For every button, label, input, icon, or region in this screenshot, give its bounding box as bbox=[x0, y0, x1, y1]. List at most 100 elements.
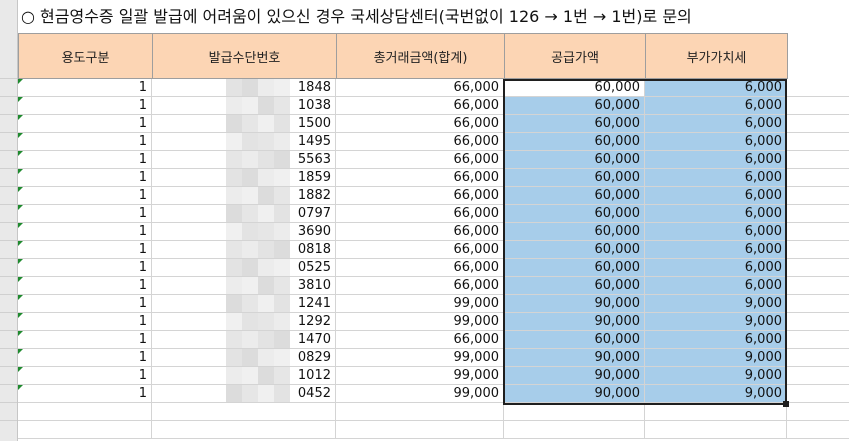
cell-vat[interactable]: 6,000 bbox=[645, 259, 787, 277]
row-number[interactable] bbox=[0, 241, 17, 259]
cell-vat[interactable]: 6,000 bbox=[645, 97, 787, 115]
cell-vat[interactable]: 6,000 bbox=[645, 241, 787, 259]
cell-empty[interactable] bbox=[787, 295, 849, 313]
cell-total-amount[interactable]: 99,000 bbox=[336, 295, 504, 313]
cell-total-amount[interactable]: 66,000 bbox=[336, 151, 504, 169]
cell-supply-value[interactable]: 60,000 bbox=[504, 331, 645, 349]
cell-vat[interactable]: 6,000 bbox=[645, 331, 787, 349]
cell-supply-value[interactable]: 60,000 bbox=[504, 241, 645, 259]
cell-total-amount[interactable]: 66,000 bbox=[336, 187, 504, 205]
cell-total-amount[interactable]: 66,000 bbox=[336, 97, 504, 115]
header-card-number[interactable]: 발급수단번호 bbox=[152, 33, 337, 79]
cell-empty[interactable] bbox=[787, 403, 849, 421]
cell-vat[interactable]: 9,000 bbox=[645, 295, 787, 313]
cell-supply-value[interactable]: 60,000 bbox=[504, 151, 645, 169]
cell-empty[interactable] bbox=[18, 421, 152, 439]
cell-empty[interactable] bbox=[787, 259, 849, 277]
cell-usage-type[interactable]: 1 bbox=[18, 97, 152, 115]
cell-supply-value[interactable]: 90,000 bbox=[504, 367, 645, 385]
cell-card-number[interactable]: 0829 bbox=[152, 349, 336, 367]
cell-usage-type[interactable]: 1 bbox=[18, 133, 152, 151]
row-number[interactable] bbox=[0, 79, 17, 97]
cell-supply-value[interactable]: 90,000 bbox=[504, 313, 645, 331]
cell-total-amount[interactable]: 66,000 bbox=[336, 259, 504, 277]
cell-card-number[interactable]: 1241 bbox=[152, 295, 336, 313]
header-total-amount[interactable]: 총거래금액(합계) bbox=[336, 33, 505, 79]
cell-card-number[interactable]: 0452 bbox=[152, 385, 336, 403]
row-number[interactable] bbox=[0, 385, 17, 403]
cell-usage-type[interactable]: 1 bbox=[18, 205, 152, 223]
cell-empty[interactable] bbox=[787, 367, 849, 385]
cell-card-number[interactable]: 0818 bbox=[152, 241, 336, 259]
cell-supply-value[interactable]: 90,000 bbox=[504, 295, 645, 313]
cell-card-number[interactable]: 1495 bbox=[152, 133, 336, 151]
cell-usage-type[interactable]: 1 bbox=[18, 277, 152, 295]
fill-handle[interactable] bbox=[783, 401, 789, 407]
cell-total-amount[interactable]: 66,000 bbox=[336, 331, 504, 349]
cell-empty[interactable] bbox=[504, 403, 645, 421]
cell-supply-value[interactable]: 90,000 bbox=[504, 385, 645, 403]
cell-empty[interactable] bbox=[336, 403, 504, 421]
cell-empty[interactable] bbox=[787, 133, 849, 151]
cell-vat[interactable]: 6,000 bbox=[645, 151, 787, 169]
cell-empty[interactable] bbox=[787, 331, 849, 349]
row-number[interactable] bbox=[0, 349, 17, 367]
cell-vat[interactable]: 9,000 bbox=[645, 385, 787, 403]
cell-card-number[interactable]: 1012 bbox=[152, 367, 336, 385]
cell-card-number[interactable]: 0797 bbox=[152, 205, 336, 223]
cell-card-number[interactable]: 0525 bbox=[152, 259, 336, 277]
cell-supply-value[interactable]: 60,000 bbox=[504, 259, 645, 277]
cell-usage-type[interactable]: 1 bbox=[18, 367, 152, 385]
cell-vat[interactable]: 6,000 bbox=[645, 115, 787, 133]
cell-card-number[interactable]: 1882 bbox=[152, 187, 336, 205]
row-number[interactable] bbox=[0, 295, 17, 313]
cell-empty[interactable] bbox=[787, 151, 849, 169]
cell-supply-value[interactable]: 90,000 bbox=[504, 349, 645, 367]
cell-total-amount[interactable]: 66,000 bbox=[336, 205, 504, 223]
cell-usage-type[interactable]: 1 bbox=[18, 331, 152, 349]
cell-empty[interactable] bbox=[787, 421, 849, 439]
cell-empty[interactable] bbox=[787, 385, 849, 403]
cell-vat[interactable]: 6,000 bbox=[645, 277, 787, 295]
cell-empty[interactable] bbox=[787, 223, 849, 241]
row-number[interactable] bbox=[0, 367, 17, 385]
cell-card-number[interactable]: 1500 bbox=[152, 115, 336, 133]
cell-empty[interactable] bbox=[152, 403, 336, 421]
cell-usage-type[interactable]: 1 bbox=[18, 313, 152, 331]
cell-usage-type[interactable]: 1 bbox=[18, 241, 152, 259]
cell-card-number[interactable]: 1470 bbox=[152, 331, 336, 349]
cell-empty[interactable] bbox=[152, 421, 336, 439]
cell-empty[interactable] bbox=[645, 421, 787, 439]
row-number[interactable] bbox=[0, 259, 17, 277]
cell-empty[interactable] bbox=[504, 421, 645, 439]
cell-supply-value[interactable]: 60,000 bbox=[504, 169, 645, 187]
row-number[interactable] bbox=[0, 223, 17, 241]
cell-empty[interactable] bbox=[787, 97, 849, 115]
cell-usage-type[interactable]: 1 bbox=[18, 151, 152, 169]
row-number[interactable] bbox=[0, 331, 17, 349]
cell-vat[interactable]: 6,000 bbox=[645, 187, 787, 205]
row-number[interactable] bbox=[0, 133, 17, 151]
cell-usage-type[interactable]: 1 bbox=[18, 169, 152, 187]
row-number[interactable] bbox=[0, 187, 17, 205]
cell-vat[interactable]: 6,000 bbox=[645, 133, 787, 151]
cell-card-number[interactable]: 3690 bbox=[152, 223, 336, 241]
cell-total-amount[interactable]: 66,000 bbox=[336, 115, 504, 133]
cell-card-number[interactable]: 3810 bbox=[152, 277, 336, 295]
cell-supply-value[interactable]: 60,000 bbox=[504, 79, 645, 97]
cell-empty[interactable] bbox=[787, 313, 849, 331]
cell-total-amount[interactable]: 99,000 bbox=[336, 349, 504, 367]
cell-usage-type[interactable]: 1 bbox=[18, 223, 152, 241]
cell-vat[interactable]: 9,000 bbox=[645, 367, 787, 385]
cell-empty[interactable] bbox=[18, 403, 152, 421]
cell-vat[interactable]: 6,000 bbox=[645, 223, 787, 241]
cell-card-number[interactable]: 1848 bbox=[152, 79, 336, 97]
cell-empty[interactable] bbox=[787, 79, 849, 97]
row-number[interactable] bbox=[0, 61, 17, 79]
cell-empty[interactable] bbox=[787, 115, 849, 133]
cell-total-amount[interactable]: 66,000 bbox=[336, 169, 504, 187]
cell-vat[interactable]: 9,000 bbox=[645, 313, 787, 331]
cell-total-amount[interactable]: 99,000 bbox=[336, 313, 504, 331]
row-number[interactable] bbox=[0, 313, 17, 331]
cell-supply-value[interactable]: 60,000 bbox=[504, 115, 645, 133]
